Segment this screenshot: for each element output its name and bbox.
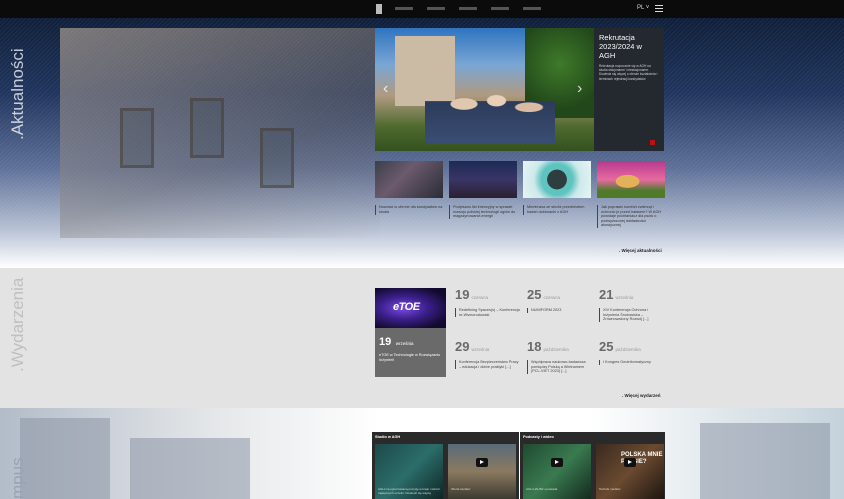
slider-photo[interactable] bbox=[375, 28, 595, 151]
building-image bbox=[60, 28, 380, 238]
podcast-label[interactable]: Podcasty i wideo bbox=[523, 435, 554, 439]
campus-section-title: mpus bbox=[8, 457, 27, 499]
chevron-right-icon[interactable]: › bbox=[577, 80, 582, 98]
event-title[interactable]: XIV Konferencja Ochrona i Inżynieria Śro… bbox=[603, 308, 664, 322]
news-card[interactable]: Membrana ze skrobi przedmiotem badań dok… bbox=[523, 161, 591, 215]
event-title[interactable]: Współpraca naukowo-badawcza pomiędzy Pol… bbox=[531, 360, 592, 374]
event-day: 29 bbox=[455, 339, 470, 354]
event-item[interactable]: 25 października I Kongres Geoinformatyczn… bbox=[599, 338, 664, 365]
event-month: września bbox=[615, 295, 634, 300]
main-nav bbox=[395, 7, 541, 10]
slider-title[interactable]: Rekrutacja 2023/2024 w AGH bbox=[599, 33, 659, 60]
photo-students bbox=[425, 78, 555, 143]
event-day: 19 bbox=[379, 336, 392, 348]
news-headline[interactable]: Nowości w ofercie dla kandydatów na stud… bbox=[379, 205, 443, 215]
event-item[interactable]: 25 czerwca NUMIFORM 2023 bbox=[527, 286, 592, 313]
event-item[interactable]: 21 września XIV Konferencja Ochrona i Inż… bbox=[599, 286, 664, 322]
video-tile[interactable]: Oferta studiów bbox=[448, 444, 516, 499]
news-image[interactable] bbox=[375, 161, 443, 198]
news-headline[interactable]: Podpisano list intencyjny w sprawie rozw… bbox=[453, 205, 517, 219]
video-caption: AGH ma ugruntowaną pozycję w kraju i wśr… bbox=[378, 487, 440, 495]
nav-item[interactable] bbox=[427, 7, 445, 10]
agh-logo[interactable] bbox=[376, 4, 382, 14]
video-caption: Oferta studiów bbox=[451, 487, 471, 491]
play-icon[interactable] bbox=[551, 458, 563, 467]
news-image[interactable] bbox=[523, 161, 591, 198]
video-tile[interactable]: AGH HAUSK opowiada bbox=[523, 444, 591, 499]
news-slider[interactable]: ‹ › Rekrutacja 2023/2024 w AGH Rekrutacj… bbox=[375, 28, 664, 151]
video-caption: AGH HAUSK opowiada bbox=[526, 487, 558, 491]
play-icon[interactable] bbox=[476, 458, 488, 467]
event-title[interactable]: eTOE w Technologie w Rozwiązaniu Inżynie… bbox=[379, 353, 442, 362]
event-item[interactable]: 19 czerwca Redefining Spaces(s) – Konfere… bbox=[455, 286, 520, 318]
campus-building-shape bbox=[20, 418, 110, 499]
slider-indicator[interactable] bbox=[650, 140, 655, 145]
featured-event-image[interactable]: eTOE bbox=[375, 288, 446, 328]
news-card[interactable]: Jak poprawić komfort zwierząt i ochronić… bbox=[597, 161, 665, 228]
news-headline[interactable]: Membrana ze skrobi przedmiotem badań dok… bbox=[527, 205, 591, 215]
event-day: 25 bbox=[599, 339, 614, 354]
chevron-left-icon[interactable]: ‹ bbox=[383, 80, 388, 98]
event-month: czerwca bbox=[471, 295, 488, 300]
event-day: 18 bbox=[527, 339, 542, 354]
event-title[interactable]: NUMIFORM 2023 bbox=[531, 308, 561, 313]
event-title[interactable]: Konferencja Bezpieczeństwo Pracy – eduka… bbox=[459, 360, 520, 369]
event-day: 19 bbox=[455, 287, 470, 302]
studio-block: Studio w AGH AGH ma ugruntowaną pozycję … bbox=[372, 432, 519, 499]
nav-item[interactable] bbox=[523, 7, 541, 10]
event-month: września bbox=[395, 341, 414, 346]
more-news-link[interactable]: . Więcej aktualności bbox=[619, 248, 662, 253]
language-switch[interactable]: PL ˅ bbox=[637, 5, 649, 11]
nav-item[interactable] bbox=[395, 7, 413, 10]
hamburger-icon[interactable] bbox=[655, 5, 663, 12]
nav-item[interactable] bbox=[491, 7, 509, 10]
news-headline[interactable]: Jak poprawić komfort zwierząt i ochronić… bbox=[601, 205, 665, 228]
more-events-link[interactable]: . Więcej wydarzeń bbox=[622, 393, 660, 398]
play-icon[interactable] bbox=[624, 458, 636, 467]
featured-event[interactable]: eTOE 19 września eTOE w Technologie w Ro… bbox=[375, 288, 446, 377]
events-section-title: .Wydarzenia bbox=[8, 277, 27, 372]
event-day: 21 bbox=[599, 287, 614, 302]
slider-caption-panel[interactable]: Rekrutacja 2023/2024 w AGH Rekrutacja ro… bbox=[594, 28, 664, 151]
featured-event-image-label: eTOE bbox=[393, 301, 420, 313]
window-shape bbox=[190, 98, 224, 158]
podcast-block: Podcasty i wideo AGH HAUSK opowiada POLS… bbox=[520, 432, 665, 499]
news-card[interactable]: Podpisano list intencyjny w sprawie rozw… bbox=[449, 161, 517, 219]
event-month: października bbox=[543, 347, 569, 352]
news-image[interactable] bbox=[597, 161, 665, 198]
studio-label[interactable]: Studio w AGH bbox=[375, 435, 400, 439]
event-month: października bbox=[615, 347, 641, 352]
news-section-title: .Aktualności bbox=[8, 48, 27, 140]
campus-building-shape bbox=[700, 423, 830, 499]
event-month: czerwca bbox=[543, 295, 560, 300]
video-tile[interactable]: AGH ma ugruntowaną pozycję w kraju i wśr… bbox=[375, 444, 443, 499]
event-title[interactable]: I Kongres Geoinformatyczny bbox=[603, 360, 651, 365]
campus-building-shape bbox=[130, 438, 250, 499]
event-item[interactable]: 18 października Współpraca naukowo-badawc… bbox=[527, 338, 592, 374]
nav-item[interactable] bbox=[459, 7, 477, 10]
news-card[interactable]: Nowości w ofercie dla kandydatów na stud… bbox=[375, 161, 443, 215]
event-item[interactable]: 29 września Konferencja Bezpieczeństwo Pr… bbox=[455, 338, 520, 370]
video-caption: Technik mediów bbox=[599, 487, 621, 491]
event-month: września bbox=[471, 347, 490, 352]
news-image[interactable] bbox=[449, 161, 517, 198]
window-shape bbox=[120, 108, 154, 168]
video-tile[interactable]: POLSKA MNIE PARSIE? Technik mediów bbox=[596, 444, 664, 499]
slider-text: Rekrutacja rozpocznie się w AGH na studi… bbox=[599, 64, 658, 81]
event-title[interactable]: Redefining Spaces(s) – Konferencja re-Ws… bbox=[459, 308, 520, 317]
event-day: 25 bbox=[527, 287, 542, 302]
top-bar: PL ˅ bbox=[0, 0, 844, 18]
window-shape bbox=[260, 128, 294, 188]
